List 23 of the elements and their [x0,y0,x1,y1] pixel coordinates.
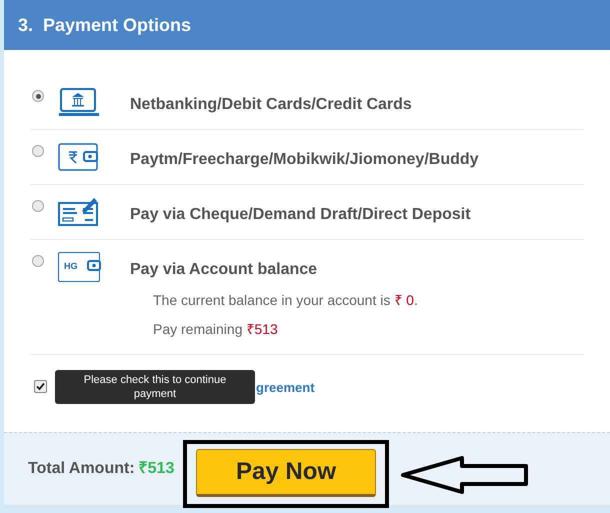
total-label: Total Amount: [28,459,135,479]
pay-now-button[interactable]: Pay Now [196,449,376,497]
laptop-bank-icon [58,87,100,117]
section-title: Payment Options [43,14,192,37]
balance-note: The current balance in your account is ₹ 0. [153,291,419,310]
balance-note: Pay remaining ₹513 [153,320,279,339]
payment-option-label[interactable]: Pay via Cheque/Demand Draft/Direct Deposit [130,203,471,227]
agreement-link[interactable]: greement [256,378,315,398]
payment-option-label[interactable]: Paytm/Freecharge/Mobikwik/Jiomoney/Buddy [130,148,479,172]
radio-button[interactable] [32,145,44,157]
payment-option-label[interactable]: Pay via Account balance [130,258,318,282]
radio-button[interactable] [32,90,44,102]
radio-button[interactable] [32,255,44,267]
tooltip: Please check this to continue payment [55,370,255,404]
wallet-icon [58,142,100,172]
section-number: 3. [18,14,34,36]
agreement-checkbox[interactable] [34,380,47,393]
radio-button[interactable] [32,200,44,212]
payment-option-label[interactable]: Netbanking/Debit Cards/Credit Cards [130,93,412,117]
hg-wallet-icon: HG [58,252,100,282]
total-value: ₹513 [138,459,174,479]
arrow-icon [400,456,530,494]
cheque-icon [58,197,100,227]
